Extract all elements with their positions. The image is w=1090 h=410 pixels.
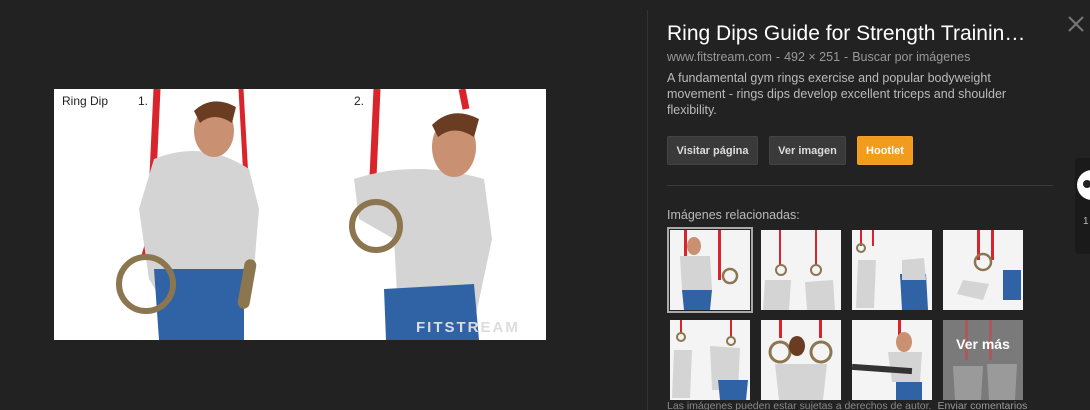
watermark-logo: FITSTREAM bbox=[416, 319, 520, 336]
owl-count: 1 bbox=[1083, 216, 1089, 227]
image-caption-title: Ring Dip bbox=[62, 94, 109, 108]
ring-dip-illustration bbox=[54, 89, 546, 340]
search-by-image-link[interactable]: Buscar por imágenes bbox=[852, 50, 970, 64]
see-more-label: Ver más bbox=[956, 336, 1010, 352]
image-dimensions: 492 × 251 bbox=[784, 50, 841, 64]
panel-divider bbox=[647, 10, 648, 410]
send-feedback-link[interactable]: Enviar comentarios bbox=[937, 400, 1027, 410]
image-description: A fundamental gym rings exercise and pop… bbox=[667, 71, 1007, 117]
page-title[interactable]: Ring Dips Guide for Strength Trainin… bbox=[667, 22, 1057, 46]
owl-eye-icon bbox=[1083, 180, 1090, 188]
copyright-notice: Las imágenes pueden estar sujetas a dere… bbox=[667, 400, 932, 410]
image-step-2: 2. bbox=[354, 94, 365, 108]
related-thumbnail[interactable] bbox=[761, 230, 841, 310]
related-images-label: Imágenes relacionadas: bbox=[667, 208, 800, 222]
meta-separator: - bbox=[775, 50, 781, 64]
related-thumbnail[interactable] bbox=[761, 320, 841, 400]
visit-page-button[interactable]: Visitar página bbox=[667, 136, 758, 165]
related-thumbnail[interactable] bbox=[852, 320, 932, 400]
hootsuite-owl-badge[interactable]: 1 bbox=[1075, 158, 1090, 254]
close-icon[interactable] bbox=[1066, 14, 1086, 34]
view-image-button[interactable]: Ver imagen bbox=[769, 136, 846, 165]
image-step-1: 1. bbox=[138, 94, 149, 108]
source-domain[interactable]: www.fitstream.com bbox=[667, 50, 772, 64]
see-more-thumbnail[interactable]: Ver más bbox=[943, 320, 1023, 400]
image-preview-panel: Ring Dip 1. 2. FITSTREAM bbox=[0, 0, 648, 410]
info-panel: Ring Dips Guide for Strength Trainin… ww… bbox=[667, 0, 1090, 410]
related-thumbnail[interactable] bbox=[943, 230, 1023, 310]
main-preview-image[interactable]: Ring Dip 1. 2. FITSTREAM bbox=[54, 89, 546, 340]
image-meta: www.fitstream.com -492 × 251- Buscar por i… bbox=[667, 50, 970, 64]
footer: Las imágenes pueden estar sujetas a dere… bbox=[667, 400, 1027, 410]
hootlet-button[interactable]: Hootlet bbox=[857, 136, 913, 165]
section-divider bbox=[667, 185, 1053, 186]
related-thumbnail[interactable] bbox=[667, 227, 753, 313]
related-thumbnail[interactable] bbox=[670, 320, 750, 400]
related-thumbnail[interactable] bbox=[852, 230, 932, 310]
meta-separator: - bbox=[844, 50, 849, 64]
